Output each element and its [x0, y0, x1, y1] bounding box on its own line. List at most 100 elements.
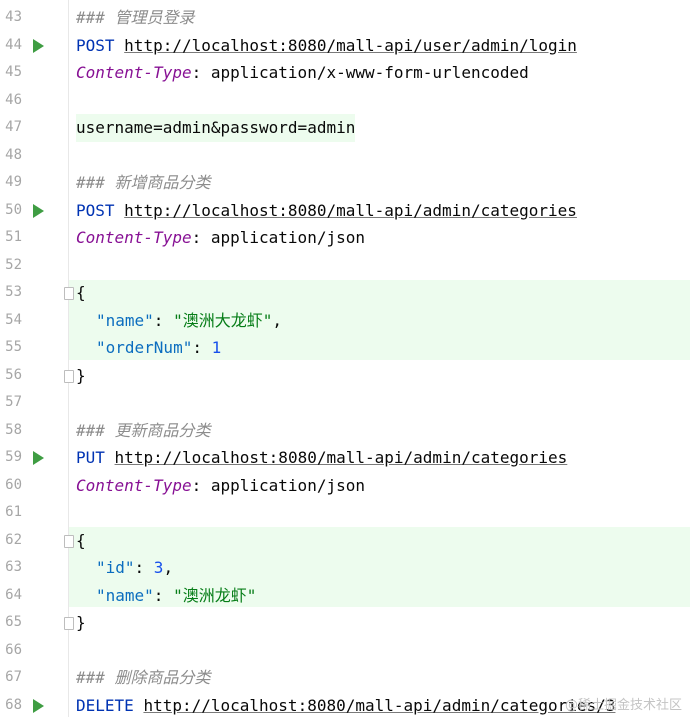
json-property: "name": "澳洲龙虾" — [96, 582, 256, 610]
json-close-brace: } — [76, 609, 86, 637]
http-method: PUT — [76, 448, 105, 467]
json-property: "orderNum": 1 — [96, 334, 221, 362]
request-line: POST http://localhost:8080/mall-api/admi… — [76, 197, 577, 225]
json-key: "name" — [96, 311, 154, 330]
json-number-value: 1 — [212, 338, 222, 357]
line-number: 68 — [0, 692, 22, 719]
code-line: 45 Content-Type: application/x-www-form-… — [0, 59, 690, 87]
code-line: 58 ### 更新商品分类 — [0, 417, 690, 445]
http-method: POST — [76, 201, 115, 220]
code-line: 46 — [0, 87, 690, 115]
line-number: 50 — [0, 197, 22, 225]
code-line: 67 ### 删除商品分类 — [0, 664, 690, 692]
header-value: : application/x-www-form-urlencoded — [192, 63, 529, 82]
code-line: 47 username=admin&password=admin — [0, 114, 690, 142]
line-number: 60 — [0, 472, 22, 500]
code-line: 48 — [0, 142, 690, 170]
fold-marker-icon[interactable] — [64, 287, 74, 300]
line-number: 53 — [0, 279, 22, 307]
json-key: "orderNum" — [96, 338, 192, 357]
json-colon: : — [154, 586, 173, 605]
code-line: 43 ### 管理员登录 — [0, 4, 690, 32]
header-key: Content-Type — [76, 476, 192, 495]
line-number: 61 — [0, 499, 22, 527]
line-number: 46 — [0, 87, 22, 115]
watermark: @稀土掘金技术社区 — [565, 694, 682, 713]
json-property: "id": 3, — [96, 554, 173, 582]
request-url[interactable]: http://localhost:8080/mall-api/admin/cat… — [115, 448, 568, 467]
line-number: 51 — [0, 224, 22, 252]
line-number: 54 — [0, 307, 22, 335]
run-request-icon[interactable] — [33, 699, 44, 713]
line-number: 65 — [0, 609, 22, 637]
request-line: DELETE http://localhost:8080/mall-api/ad… — [76, 692, 615, 719]
json-property: "name": "澳洲大龙虾", — [96, 307, 282, 335]
json-comma: , — [163, 558, 173, 577]
header-value: : application/json — [192, 476, 365, 495]
code-line: 53 { — [0, 279, 690, 307]
request-comment: ### 删除商品分类 — [76, 664, 211, 692]
fold-marker-icon[interactable] — [64, 370, 74, 383]
line-number: 57 — [0, 389, 22, 417]
header-value: : application/json — [192, 228, 365, 247]
line-number: 66 — [0, 637, 22, 665]
code-line: 50 POST http://localhost:8080/mall-api/a… — [0, 197, 690, 225]
fold-marker-icon[interactable] — [64, 617, 74, 630]
fold-marker-icon[interactable] — [64, 535, 74, 548]
code-line: 64 "name": "澳洲龙虾" — [0, 582, 690, 610]
request-comment: ### 新增商品分类 — [76, 169, 211, 197]
header-line: Content-Type: application/x-www-form-url… — [76, 59, 529, 87]
line-number: 45 — [0, 59, 22, 87]
header-line: Content-Type: application/json — [76, 224, 365, 252]
line-number: 59 — [0, 444, 22, 472]
http-client-editor[interactable]: 43 ### 管理员登录 44 POST http://localhost:80… — [0, 0, 690, 717]
code-line: 60 Content-Type: application/json — [0, 472, 690, 500]
line-number: 48 — [0, 142, 22, 170]
code-line: 49 ### 新增商品分类 — [0, 169, 690, 197]
code-line: 63 "id": 3, — [0, 554, 690, 582]
header-key: Content-Type — [76, 63, 192, 82]
request-line: POST http://localhost:8080/mall-api/user… — [76, 32, 577, 60]
code-line: 66 — [0, 637, 690, 665]
json-open-brace: { — [76, 279, 86, 307]
json-colon: : — [192, 338, 211, 357]
request-line: PUT http://localhost:8080/mall-api/admin… — [76, 444, 567, 472]
line-number: 49 — [0, 169, 22, 197]
request-url[interactable]: http://localhost:8080/mall-api/user/admi… — [124, 36, 577, 55]
header-line: Content-Type: application/json — [76, 472, 365, 500]
code-line: 59 PUT http://localhost:8080/mall-api/ad… — [0, 444, 690, 472]
json-string-value: "澳洲大龙虾" — [173, 311, 272, 330]
http-method: POST — [76, 36, 115, 55]
code-line: 65 } — [0, 609, 690, 637]
line-number: 56 — [0, 362, 22, 390]
line-number: 67 — [0, 664, 22, 692]
code-line: 56 } — [0, 362, 690, 390]
line-number: 44 — [0, 32, 22, 60]
line-number: 47 — [0, 114, 22, 142]
json-close-brace: } — [76, 362, 86, 390]
code-line: 55 "orderNum": 1 — [0, 334, 690, 362]
json-comma: , — [272, 311, 282, 330]
header-key: Content-Type — [76, 228, 192, 247]
request-url[interactable]: http://localhost:8080/mall-api/admin/cat… — [143, 696, 615, 715]
request-comment: ### 更新商品分类 — [76, 417, 211, 445]
json-colon: : — [135, 558, 154, 577]
run-request-icon[interactable] — [33, 39, 44, 53]
request-comment: ### 管理员登录 — [76, 4, 195, 32]
json-key: "name" — [96, 586, 154, 605]
line-number: 43 — [0, 4, 22, 32]
http-method: DELETE — [76, 696, 134, 715]
json-colon: : — [154, 311, 173, 330]
json-key: "id" — [96, 558, 135, 577]
form-body: username=admin&password=admin — [76, 114, 355, 142]
line-number: 52 — [0, 252, 22, 280]
line-number: 64 — [0, 582, 22, 610]
code-line: 52 — [0, 252, 690, 280]
run-request-icon[interactable] — [33, 204, 44, 218]
code-line: 62 { — [0, 527, 690, 555]
run-request-icon[interactable] — [33, 451, 44, 465]
code-line: 51 Content-Type: application/json — [0, 224, 690, 252]
json-string-value: "澳洲龙虾" — [173, 586, 256, 605]
line-number: 63 — [0, 554, 22, 582]
request-url[interactable]: http://localhost:8080/mall-api/admin/cat… — [124, 201, 577, 220]
